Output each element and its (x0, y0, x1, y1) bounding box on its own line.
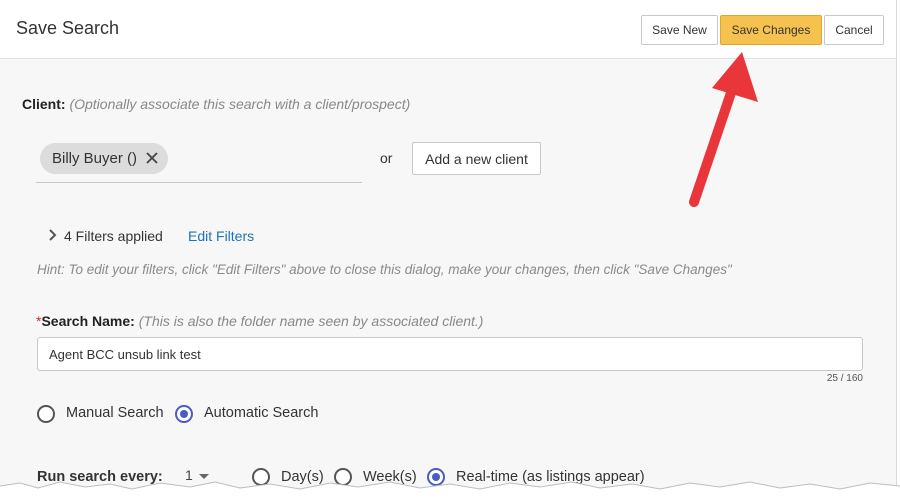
client-chip: Billy Buyer () (40, 143, 168, 174)
search-name-hint: (This is also the folder name seen by as… (138, 313, 484, 329)
or-text: or (380, 150, 393, 166)
client-label-row: Client: (Optionally associate this searc… (22, 96, 410, 112)
search-name-input[interactable]: Agent BCC unsub link test (37, 337, 863, 371)
chevron-right-icon[interactable] (46, 228, 58, 242)
character-counter: 25 / 160 (826, 373, 863, 384)
manual-search-label: Manual Search (66, 405, 164, 421)
client-chip-label: Billy Buyer () (52, 150, 138, 167)
automatic-search-label: Automatic Search (204, 405, 319, 421)
search-name-label-row: *Search Name: (This is also the folder n… (36, 313, 483, 329)
cancel-button[interactable]: Cancel (824, 15, 884, 45)
save-search-dialog: Save Search Save New Save Changes Cancel… (0, 0, 897, 501)
save-new-button[interactable]: Save New (641, 15, 718, 45)
add-new-client-button[interactable]: Add a new client (412, 142, 541, 175)
client-input-underline (36, 182, 362, 183)
dialog-title: Save Search (16, 18, 120, 38)
close-icon[interactable] (144, 150, 160, 166)
automatic-search-radio[interactable] (175, 405, 193, 423)
edit-filters-link[interactable]: Edit Filters (188, 228, 254, 244)
filters-hint: Hint: To edit your filters, click "Edit … (37, 262, 732, 277)
torn-edge-decoration (0, 481, 900, 501)
search-name-label: Search Name: (41, 313, 135, 329)
manual-search-radio[interactable] (37, 405, 55, 423)
client-label: Client: (22, 96, 66, 112)
client-hint: (Optionally associate this search with a… (69, 96, 411, 112)
filters-summary[interactable]: 4 Filters applied (64, 228, 163, 244)
save-changes-button[interactable]: Save Changes (720, 15, 822, 45)
dialog-header: Save Search Save New Save Changes Cancel (0, 0, 896, 59)
search-name-value: Agent BCC unsub link test (49, 346, 201, 362)
